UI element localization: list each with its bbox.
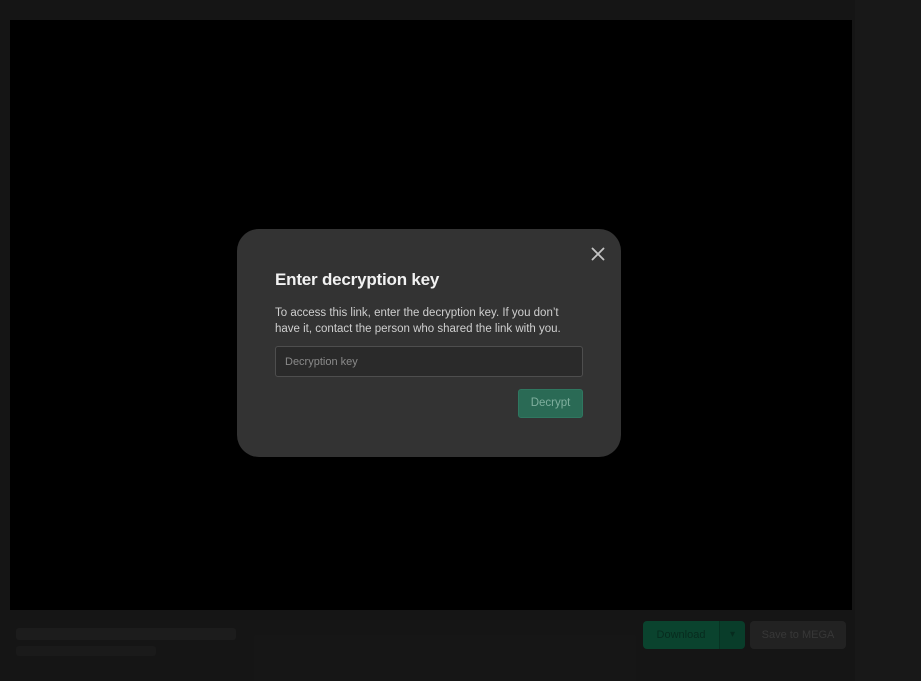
app-window: Download ▾ Save to MEGA Enter decryption… <box>0 0 921 681</box>
decryption-key-input[interactable] <box>275 346 583 377</box>
dialog-close-button[interactable] <box>589 245 607 263</box>
decryption-key-dialog <box>237 229 621 457</box>
dialog-title: Enter decryption key <box>275 270 440 289</box>
close-icon <box>591 247 605 261</box>
dialog-description: To access this link, enter the decryptio… <box>275 307 561 335</box>
decrypt-button[interactable]: Decrypt <box>518 389 583 418</box>
